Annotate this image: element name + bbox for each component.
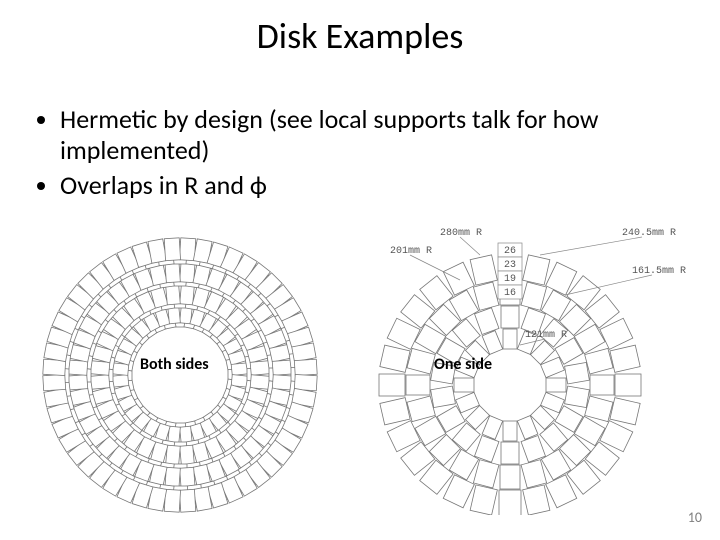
figures-row: Both sides 26 23 19 16 280mm R 201mm R 240.5mm… <box>20 225 700 515</box>
svg-text:280mm R: 280mm R <box>440 228 482 239</box>
caption-one-side: One side <box>428 353 498 376</box>
svg-text:23: 23 <box>504 260 516 271</box>
bullet-item: Hermetic by design (see local supports t… <box>60 104 696 166</box>
bullet-item: Overlaps in R and ϕ <box>60 170 696 201</box>
bullet-list: Hermetic by design (see local supports t… <box>34 104 696 206</box>
svg-text:201mm R: 201mm R <box>390 246 432 257</box>
svg-text:121mm R: 121mm R <box>525 330 567 341</box>
svg-text:26: 26 <box>504 246 516 257</box>
svg-text:16: 16 <box>504 288 516 299</box>
figure-both-sides: Both sides <box>20 225 340 515</box>
figure-one-side: 26 23 19 16 280mm R 201mm R 240.5mm R 161.5mm R… <box>350 225 700 515</box>
caption-both-sides: Both sides <box>134 353 215 376</box>
svg-text:161.5mm R: 161.5mm R <box>632 266 686 277</box>
page-number: 10 <box>688 509 702 526</box>
svg-text:19: 19 <box>504 274 516 285</box>
page-title: Disk Examples <box>0 14 720 58</box>
svg-text:240.5mm R: 240.5mm R <box>622 228 676 239</box>
